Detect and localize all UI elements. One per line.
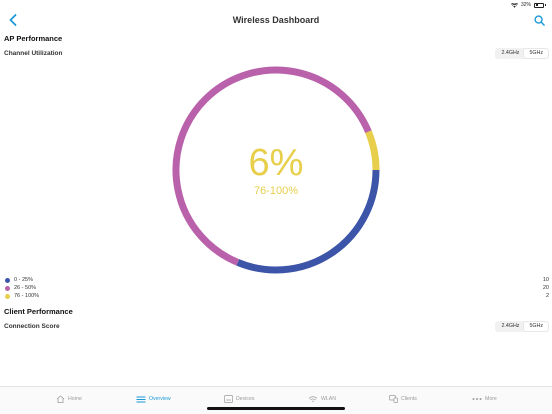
page-title: Wireless Dashboard: [232, 15, 320, 25]
ap-performance-heading: AP Performance: [4, 34, 63, 43]
legend-label: 76 - 100%: [14, 293, 40, 299]
battery-icon: [534, 2, 544, 8]
more-icon: [472, 398, 482, 400]
donut-segment-3: [365, 130, 380, 171]
battery-percentage: 32%: [520, 2, 531, 8]
band-2-4ghz-button[interactable]: 2.4GHz: [496, 49, 524, 58]
legend-item: 76 - 100% 2: [5, 292, 549, 300]
connection-score-title: Connection Score: [4, 323, 60, 330]
chart-legend: 0 - 25% 10 26 - 50% 20 76 - 100% 2: [5, 276, 549, 300]
tab-clients[interactable]: Clients: [389, 393, 417, 405]
tab-home[interactable]: Home: [56, 393, 82, 405]
chevron-left-icon: [9, 14, 17, 26]
search-icon: [533, 14, 545, 26]
donut-segment-1: [236, 169, 380, 274]
home-icon: [56, 395, 65, 403]
legend-item: 0 - 25% 10: [5, 276, 549, 284]
legend-count: 10: [542, 277, 549, 283]
tab-label: WLAN: [321, 396, 336, 402]
status-indicators: 32%: [510, 2, 546, 8]
nav-bar: Wireless Dashboard: [0, 10, 552, 30]
legend-dot-icon: [5, 277, 10, 283]
status-bar: 32%: [0, 0, 552, 10]
tab-label: More: [485, 396, 497, 402]
tab-wlan[interactable]: WLAN: [308, 393, 336, 405]
client-performance-heading: Client Performance: [4, 307, 73, 316]
search-button[interactable]: [532, 12, 546, 28]
channel-utilization-title: Channel Utilization: [4, 50, 63, 57]
tab-overview[interactable]: Overview: [136, 393, 171, 405]
tab-label: Home: [68, 396, 82, 402]
tab-label: Clients: [401, 396, 417, 402]
ap-band-selector: 2.4GHz 5GHz: [495, 48, 549, 59]
band-2-4ghz-button[interactable]: 2.4GHz: [496, 322, 524, 331]
donut-segment-2: [172, 66, 372, 266]
tab-more[interactable]: More: [472, 393, 497, 405]
legend-label: 0 - 25%: [14, 277, 33, 283]
legend-count: 20: [542, 285, 549, 291]
tab-label: Overview: [149, 396, 171, 402]
legend-label: 26 - 50%: [14, 285, 37, 291]
devices-icon: [224, 395, 233, 403]
clients-icon: [389, 395, 398, 403]
channel-utilization-donut-chart: [172, 66, 380, 274]
wifi-signal-icon: [510, 2, 518, 8]
tab-devices[interactable]: Devices: [224, 393, 254, 405]
legend-dot-icon: [5, 285, 10, 291]
legend-dot-icon: [5, 293, 10, 299]
home-indicator: [207, 407, 345, 410]
band-5ghz-button[interactable]: 5GHz: [524, 49, 548, 58]
tab-label: Devices: [236, 396, 255, 402]
legend-count: 2: [545, 293, 549, 299]
client-band-selector: 2.4GHz 5GHz: [495, 321, 549, 332]
band-5ghz-button[interactable]: 5GHz: [524, 322, 548, 331]
legend-item: 26 - 50% 20: [5, 284, 549, 292]
back-button[interactable]: [6, 12, 20, 28]
wifi-icon: [308, 395, 318, 402]
list-icon: [136, 396, 146, 402]
